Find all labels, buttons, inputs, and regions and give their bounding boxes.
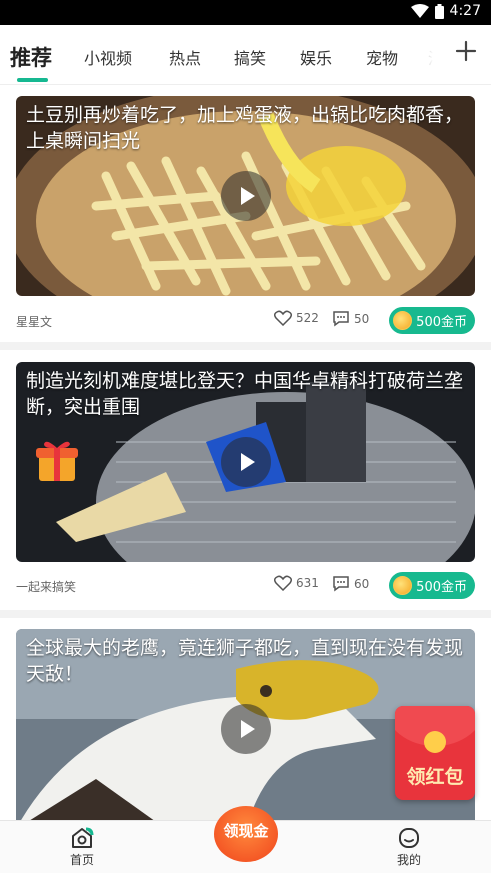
author-name[interactable]: 一起来搞笑 (16, 578, 76, 595)
comment-icon (333, 311, 349, 327)
feed-separator (0, 610, 491, 618)
coin-reward-button[interactable]: 500金币 (389, 307, 475, 334)
nav-mine[interactable]: 我的 (379, 827, 439, 868)
play-icon[interactable] (221, 171, 271, 221)
battery-icon (434, 3, 444, 19)
red-packet-button[interactable]: 领红包 (395, 706, 475, 800)
coin-reward-label: 500金币 (416, 580, 467, 595)
tab-recommend[interactable]: 推荐 (10, 42, 52, 72)
clock: 4:27 (449, 3, 481, 19)
comment-icon (333, 576, 349, 592)
like-button[interactable]: 631 (274, 575, 319, 591)
coin-reward-button[interactable]: 500金币 (389, 572, 475, 599)
status-bar: 4:27 (0, 0, 491, 25)
video-thumbnail[interactable]: 土豆别再炒着吃了，加上鸡蛋液，出锅比吃肉都香，上桌瞬间扫光 (16, 96, 475, 296)
category-tabs: 推荐 小视频 热点 搞笑 娱乐 宠物 汽 (0, 25, 491, 85)
feed-card[interactable]: 土豆别再炒着吃了，加上鸡蛋液，出锅比吃肉都香，上桌瞬间扫光 星星文 522 50… (0, 86, 491, 341)
active-tab-indicator (17, 78, 48, 82)
red-packet-label: 领红包 (406, 766, 464, 788)
card-meta: 星星文 522 50 500金币 (16, 307, 475, 335)
tab-entertainment[interactable]: 娱乐 (300, 45, 332, 69)
like-count: 522 (296, 311, 319, 325)
tab-fade (405, 25, 445, 84)
coin-icon (393, 576, 413, 595)
feed-separator (0, 342, 491, 350)
video-title: 制造光刻机难度堪比登天？中国华卓精科打破荷兰垄断，突出重围 (26, 370, 464, 418)
profile-icon (399, 828, 419, 848)
video-title: 全球最大的老鹰，竟连狮子都吃，直到现在没有发现天敌！ (26, 637, 464, 685)
tab-hot[interactable]: 热点 (169, 45, 201, 69)
like-button[interactable]: 522 (274, 310, 319, 326)
heart-icon (274, 575, 292, 591)
nav-home[interactable]: 首页 (52, 827, 112, 868)
comment-count: 50 (354, 311, 370, 326)
comment-button[interactable]: 50 (332, 310, 369, 327)
cash-label: 领现金 (223, 822, 269, 840)
wifi-icon (410, 4, 429, 18)
tab-pets[interactable]: 宠物 (366, 45, 398, 69)
heart-icon (274, 310, 292, 326)
tab-short-video[interactable]: 小视频 (84, 45, 132, 69)
card-meta: 一起来搞笑 631 60 500金币 (16, 572, 475, 600)
play-icon[interactable] (221, 704, 271, 754)
video-title: 土豆别再炒着吃了，加上鸡蛋液，出锅比吃肉都香，上桌瞬间扫光 (26, 104, 464, 152)
play-icon[interactable] (221, 437, 271, 487)
comment-button[interactable]: 60 (332, 575, 369, 592)
home-icon (72, 827, 94, 848)
author-name[interactable]: 星星文 (16, 313, 52, 330)
nav-mine-label: 我的 (396, 853, 421, 867)
like-count: 631 (296, 576, 319, 590)
comment-count: 60 (354, 576, 370, 591)
coin-icon (393, 311, 413, 330)
coin-reward-label: 500金币 (416, 315, 467, 330)
gift-icon[interactable] (36, 438, 78, 482)
nav-home-label: 首页 (69, 853, 94, 867)
red-packet-seal (424, 731, 446, 753)
video-thumbnail[interactable]: 制造光刻机难度堪比登天？中国华卓精科打破荷兰垄断，突出重围 (16, 362, 475, 562)
cash-button[interactable]: 领现金 (208, 806, 284, 868)
tab-funny[interactable]: 搞笑 (234, 45, 266, 69)
add-channel-icon[interactable] (452, 37, 480, 65)
